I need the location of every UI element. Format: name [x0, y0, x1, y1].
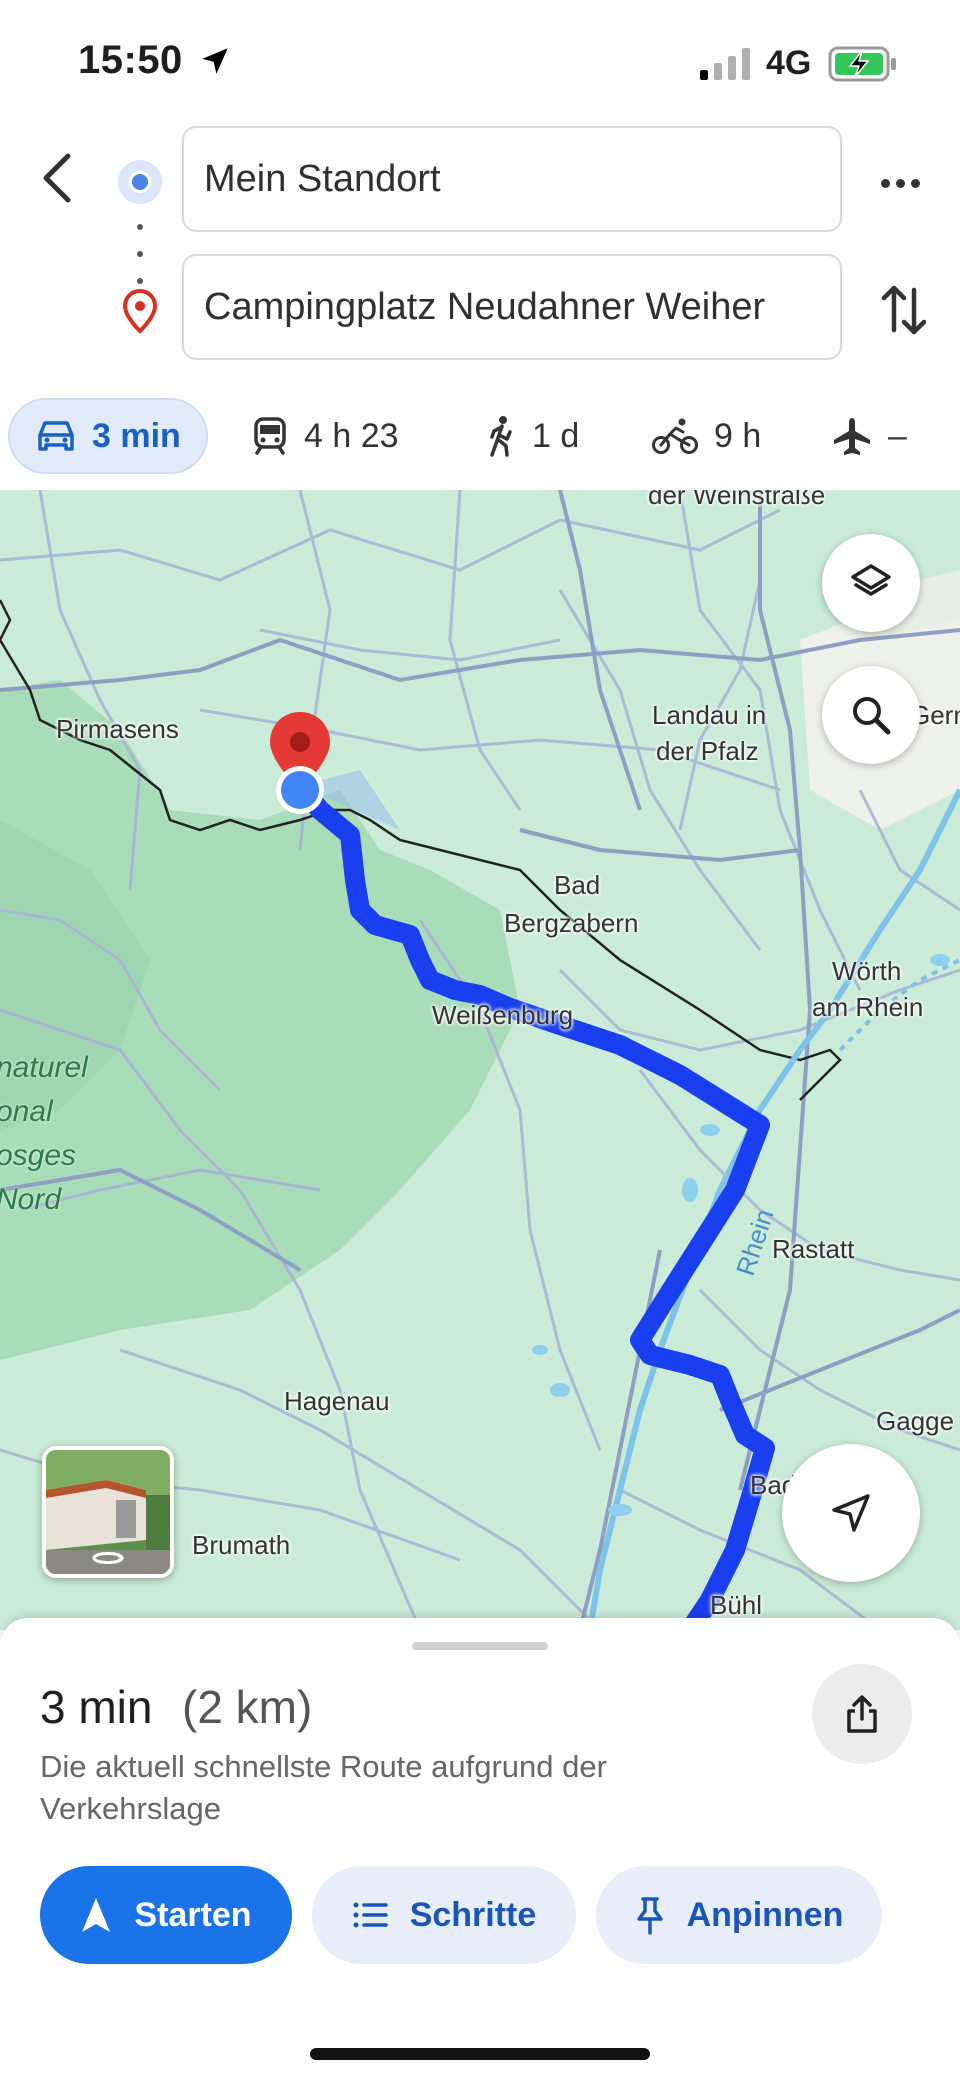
start-navigation-button[interactable]: Starten: [40, 1866, 292, 1964]
map-label-rastatt: Rastatt: [772, 1234, 855, 1264]
tab-transit-label: 4 h 23: [304, 416, 399, 455]
share-icon: [847, 1695, 877, 1733]
navigation-icon: [82, 1898, 111, 1932]
map-label-weissenburg: Weißenburg: [432, 1000, 574, 1030]
street-view-thumbnail[interactable]: [42, 1446, 174, 1578]
route-connector: [136, 224, 144, 284]
start-label: Starten: [134, 1895, 252, 1934]
share-button[interactable]: [812, 1664, 912, 1764]
flight-icon: [834, 418, 870, 455]
search-icon: [853, 697, 891, 735]
map-label-gaggenau: Gagge: [876, 1406, 955, 1436]
tab-bike[interactable]: 9 h: [652, 398, 761, 474]
steps-button[interactable]: Schritte: [312, 1866, 576, 1964]
origin-field[interactable]: Mein Standort: [182, 126, 842, 232]
map-search-button[interactable]: [822, 666, 920, 764]
layers-icon: [851, 564, 891, 596]
route-description: Die aktuell schnellste Route aufgrund de…: [40, 1749, 607, 1826]
route-sheet: 3 min (2 km) Die aktuell schnellste Rout…: [0, 1618, 960, 2078]
car-icon: [38, 421, 74, 451]
tab-bike-label: 9 h: [714, 416, 762, 455]
chevron-left-icon: [43, 153, 71, 203]
pin-button[interactable]: Anpinnen: [596, 1866, 882, 1964]
map-label-woerth-1: Wörth: [832, 956, 902, 986]
tab-walk[interactable]: 1 d: [486, 398, 579, 474]
route-actions: Starten Schritte Anpinnen: [0, 1866, 960, 1966]
back-button[interactable]: [30, 148, 84, 208]
map-view[interactable]: der Weinstraße Pirmasens Landau in der P…: [0, 490, 960, 1630]
navigation-arrow-icon: [832, 1494, 870, 1532]
pin-icon: [636, 1897, 663, 1935]
tab-car-label: 3 min: [92, 416, 181, 455]
map-label-park-3: osges: [0, 1139, 77, 1172]
tab-car[interactable]: 3 min: [8, 398, 208, 474]
status-bar: 15:50 4G: [0, 0, 960, 120]
list-icon: [353, 1902, 388, 1928]
swap-icon[interactable]: [876, 278, 932, 342]
map-label-park-4: Nord: [0, 1183, 62, 1216]
street-view-image: [46, 1450, 170, 1574]
route-duration: 3 min: [40, 1681, 153, 1733]
destination-pin-icon: [122, 288, 158, 334]
walk-icon: [490, 416, 512, 457]
origin-dot-icon: [118, 160, 162, 204]
transit-icon: [254, 417, 286, 455]
map-label-brumath: Brumath: [192, 1530, 291, 1560]
map-label-park-1: naturel: [0, 1051, 88, 1084]
location-arrow-icon: [202, 48, 228, 74]
map-label-park-2: onal: [0, 1095, 53, 1128]
layers-button[interactable]: [822, 534, 920, 632]
map-label-woerth-2: am Rhein: [812, 992, 924, 1022]
map-label-pirmasens: Pirmasens: [56, 714, 179, 744]
map-label-bad-1: Bad: [554, 870, 601, 900]
tab-flight-label: –: [888, 416, 907, 455]
steps-label: Schritte: [409, 1895, 537, 1934]
destination-field[interactable]: Campingplatz Neudahner Weiher: [182, 254, 842, 360]
battery-charging-icon: [828, 46, 896, 82]
more-options-button[interactable]: [870, 158, 930, 208]
home-indicator[interactable]: [310, 2048, 650, 2060]
pin-label: Anpinnen: [686, 1895, 844, 1934]
map-label-landau-1: Landau in: [652, 700, 767, 730]
bike-icon: [652, 418, 698, 454]
tab-walk-label: 1 d: [532, 416, 580, 455]
map-label-weinstrasse: der Weinstraße: [648, 490, 826, 510]
map-label-hagenau: Hagenau: [284, 1386, 390, 1416]
recenter-button[interactable]: [782, 1444, 920, 1582]
map-label-landau-2: der Pfalz: [656, 736, 759, 766]
directions-header: Mein Standort Campingplatz Neudahner Wei…: [0, 120, 960, 370]
sheet-drag-handle[interactable]: [412, 1642, 548, 1650]
tab-transit[interactable]: 4 h 23: [252, 398, 399, 474]
status-time: 15:50: [78, 38, 183, 82]
signal-icon: [700, 48, 750, 80]
route-distance: (2 km): [182, 1681, 313, 1733]
map-label-bad-2: Bergzabern: [504, 908, 639, 938]
map-label-buehl: Bühl: [710, 1590, 763, 1620]
network-type: 4G: [766, 44, 812, 82]
tab-flight[interactable]: –: [832, 398, 907, 474]
travel-mode-tabs: 3 min 4 h 23 1 d 9 h –: [0, 398, 960, 478]
